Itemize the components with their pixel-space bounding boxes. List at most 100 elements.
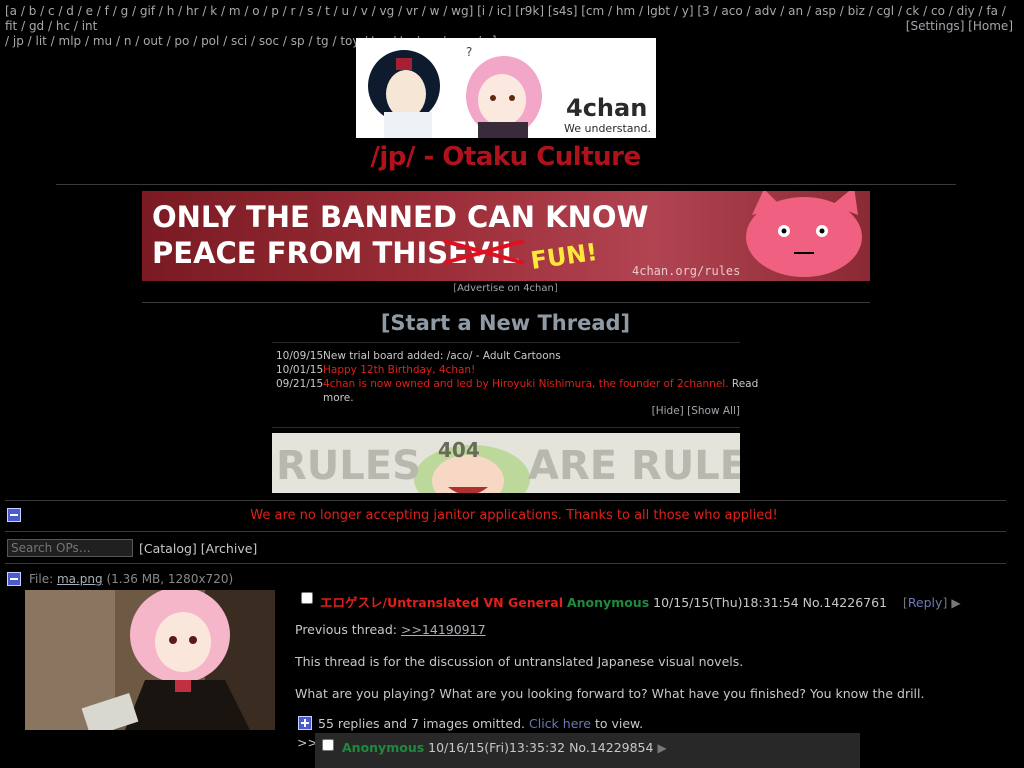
board-link[interactable]: hr	[186, 4, 199, 18]
rules-right: ARE RULES	[528, 443, 740, 489]
board-link[interactable]: fa	[986, 4, 998, 18]
news-item: 10/01/15 Happy 12th Birthday, 4chan!	[276, 364, 475, 376]
board-link[interactable]: e	[86, 4, 93, 18]
board-link[interactable]: diy	[957, 4, 975, 18]
op-subject: エロゲスレ/Untranslated VN General	[320, 595, 563, 610]
board-link[interactable]: mlp	[59, 34, 82, 48]
ad-illustration: ONLY THE BANNED CAN KNOW PEACE FROM THIS…	[152, 191, 862, 278]
board-link[interactable]: gif	[140, 4, 155, 18]
board-link[interactable]: d	[66, 4, 74, 18]
op-image[interactable]	[25, 590, 275, 730]
catalog-link[interactable]: Catalog	[144, 541, 192, 556]
news-text: 4chan is now owned and led by Hiroyuki N…	[323, 378, 729, 390]
news-date: 09/21/15	[276, 378, 324, 390]
omitted-summary: 55 replies and 7 images omitted. Click h…	[318, 716, 643, 731]
divider	[142, 302, 870, 303]
reply-datetime: 10/16/15(Fri)13:35:32	[428, 740, 566, 755]
post-menu-arrow-icon[interactable]: ▶	[951, 596, 960, 610]
board-link[interactable]: tg	[316, 34, 328, 48]
board-link[interactable]: p	[271, 4, 279, 18]
board-link[interactable]: co	[931, 4, 945, 18]
board-link[interactable]: hm	[616, 4, 635, 18]
board-link[interactable]: pol	[201, 34, 219, 48]
prev-thread-link[interactable]: >>14190917	[401, 622, 486, 637]
board-link[interactable]: adv	[754, 4, 776, 18]
start-thread-link[interactable]: [Start a New Thread]	[0, 311, 1011, 335]
divider	[5, 563, 1006, 564]
prev-thread-label: Previous thread:	[295, 622, 401, 637]
reply-post-number[interactable]: No.14229854	[569, 740, 653, 755]
op-post-info: エロゲスレ/Untranslated VN General Anonymous …	[320, 595, 961, 610]
file-name-link[interactable]: ma.png	[57, 572, 103, 586]
board-link[interactable]: wg] [i	[451, 4, 485, 18]
board-list-line1: [a / b / c / d / e / f / g / gif / h / h…	[5, 4, 1006, 33]
site-banner[interactable]: ? 4chan We understand.	[356, 38, 656, 138]
board-link[interactable]: ck	[906, 4, 920, 18]
reply-post: Anonymous 10/16/15(Fri)13:35:32 No.14229…	[315, 733, 860, 768]
board-link[interactable]: ic] [r9k] [s4s] [cm	[497, 4, 604, 18]
nav-right: [Settings] [Home]	[905, 19, 1013, 33]
news-controls: [Hide] [Show All]	[651, 405, 740, 417]
board-link[interactable]: an	[788, 4, 803, 18]
rules-banner[interactable]: 404 RULES ARE RULES	[272, 433, 740, 493]
op-post-number[interactable]: No.14226761	[803, 595, 887, 610]
expand-thread-icon[interactable]	[298, 716, 312, 730]
ad-url: 4chan.org/rules	[632, 264, 740, 278]
ad-line1: ONLY THE BANNED CAN KNOW	[152, 200, 648, 234]
board-link[interactable]: lit	[35, 34, 46, 48]
board-link[interactable]: aco	[721, 4, 742, 18]
click-here-link[interactable]: Click here	[529, 716, 591, 731]
board-link[interactable]: m	[229, 4, 241, 18]
board-link[interactable]: o	[252, 4, 259, 18]
op-datetime: 10/15/15(Thu)18:31:54	[653, 595, 799, 610]
global-message: We are no longer accepting janitor appli…	[250, 508, 778, 523]
news-item: 10/09/15 New trial board added: /aco/ - …	[276, 350, 561, 362]
board-link[interactable]: hc	[56, 19, 70, 33]
hide-thread-icon[interactable]	[7, 572, 21, 586]
board-link[interactable]: y] [3	[682, 4, 710, 18]
op-select-checkbox[interactable]	[301, 592, 313, 604]
rules-badge: 404	[438, 438, 480, 462]
news-box: 10/09/15 New trial board added: /aco/ - …	[272, 342, 758, 428]
hide-news-link[interactable]: Hide	[656, 405, 680, 417]
read-more-link[interactable]: more.	[323, 392, 354, 404]
op-message-line: Previous thread: >>14190917	[295, 622, 486, 637]
board-link[interactable]: cgl	[877, 4, 895, 18]
board-link[interactable]: u	[341, 4, 349, 18]
board-link[interactable]: int	[82, 19, 98, 33]
board-link[interactable]: c	[48, 4, 55, 18]
board-link[interactable]: v	[361, 4, 368, 18]
news-text: New trial board added: /aco/ - Adult Car…	[323, 350, 561, 362]
reply-link[interactable]: Reply	[908, 595, 943, 610]
board-link[interactable]: sci	[231, 34, 247, 48]
board-link[interactable]: fit	[5, 19, 17, 33]
board-link[interactable]: vr	[406, 4, 418, 18]
board-link[interactable]: gd	[29, 19, 44, 33]
board-link[interactable]: vg	[380, 4, 395, 18]
board-link[interactable]: [a	[5, 4, 17, 18]
board-link[interactable]: w	[430, 4, 440, 18]
board-link[interactable]: out	[143, 34, 163, 48]
search-input[interactable]	[7, 539, 133, 557]
advertise-link[interactable]: Advertise on 4chan	[457, 283, 554, 294]
settings-link[interactable]: Settings	[910, 19, 959, 33]
archive-link[interactable]: Archive	[206, 541, 253, 556]
board-link[interactable]: po	[174, 34, 189, 48]
board-link[interactable]: sp	[291, 34, 305, 48]
board-link[interactable]: biz	[848, 4, 865, 18]
board-link[interactable]: asp	[815, 4, 836, 18]
board-link[interactable]: mu	[93, 34, 112, 48]
reply-menu-arrow-icon[interactable]: ▶	[657, 741, 666, 755]
board-link[interactable]: lgbt	[647, 4, 670, 18]
read-more-link[interactable]: Read	[729, 378, 758, 390]
show-all-news-link[interactable]: Show All	[691, 405, 736, 417]
ad-banner[interactable]: ONLY THE BANNED CAN KNOW PEACE FROM THIS…	[142, 191, 870, 281]
board-link[interactable]: jp	[13, 34, 24, 48]
banner-logo-text: 4chan	[566, 94, 647, 122]
op-message-line: This thread is for the discussion of unt…	[295, 654, 744, 669]
advertise-link-wrap: [Advertise on 4chan]	[453, 283, 558, 294]
home-link[interactable]: Home	[973, 19, 1008, 33]
board-link[interactable]: soc	[259, 34, 279, 48]
file-meta: (1.36 MB, 1280x720)	[106, 572, 234, 586]
reply-select-checkbox[interactable]	[322, 739, 334, 751]
